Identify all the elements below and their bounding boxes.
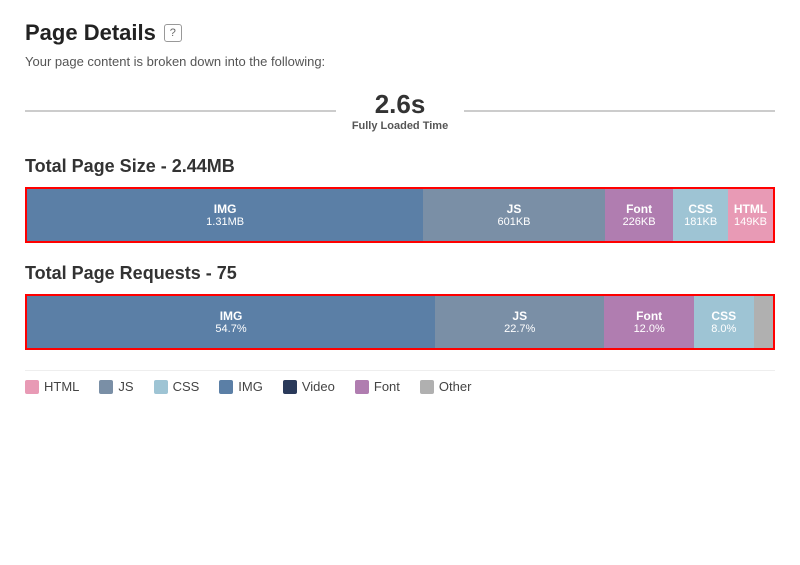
seg-label-0-3: CSS (688, 202, 713, 216)
bar-segment-1-1: JS22.7% (435, 296, 604, 348)
seg-value-1-0: 54.7% (215, 323, 246, 335)
legend-item-font: Font (355, 379, 400, 394)
legend-swatch-html (25, 380, 39, 394)
timeline-value: 2.6s (352, 89, 448, 120)
seg-value-1-1: 22.7% (504, 323, 535, 335)
legend-label-video: Video (302, 379, 335, 394)
legend: HTML JS CSS IMG Video Font Other (25, 370, 775, 394)
section-page-requests: Total Page Requests - 75IMG54.7%JS22.7%F… (25, 263, 775, 350)
seg-value-0-4: 149KB (734, 216, 767, 228)
legend-label-other: Other (439, 379, 472, 394)
seg-label-0-0: IMG (214, 202, 237, 216)
bar-segment-1-2: Font12.0% (604, 296, 694, 348)
bar-segment-0-4: HTML149KB (728, 189, 773, 241)
legend-item-html: HTML (25, 379, 79, 394)
legend-label-css: CSS (173, 379, 200, 394)
seg-label-0-2: Font (626, 202, 652, 216)
legend-swatch-font (355, 380, 369, 394)
bar-segment-0-3: CSS181KB (673, 189, 728, 241)
legend-swatch-css (154, 380, 168, 394)
legend-label-js: JS (118, 379, 133, 394)
sections-container: Total Page Size - 2.44MBIMG1.31MBJS601KB… (25, 156, 775, 350)
bar-container-1[interactable]: IMG54.7%JS22.7%Font12.0%CSS8.0% (25, 294, 775, 350)
seg-value-0-3: 181KB (684, 216, 717, 228)
seg-label-1-0: IMG (220, 309, 243, 323)
seg-label-1-1: JS (512, 309, 527, 323)
timeline-label: 2.6s Fully Loaded Time (336, 89, 464, 132)
seg-label-0-4: HTML (734, 202, 767, 216)
section-title-1: Total Page Requests - 75 (25, 263, 775, 284)
seg-label-0-1: JS (507, 202, 522, 216)
legend-item-video: Video (283, 379, 335, 394)
legend-item-other: Other (420, 379, 472, 394)
section-page-size: Total Page Size - 2.44MBIMG1.31MBJS601KB… (25, 156, 775, 243)
legend-swatch-other (420, 380, 434, 394)
timeline-description: Fully Loaded Time (352, 120, 448, 132)
bar-segment-1-4 (754, 296, 773, 348)
legend-item-img: IMG (219, 379, 263, 394)
subtitle: Your page content is broken down into th… (25, 54, 775, 69)
legend-swatch-js (99, 380, 113, 394)
legend-swatch-img (219, 380, 233, 394)
bar-container-0[interactable]: IMG1.31MBJS601KBFont226KBCSS181KBHTML149… (25, 187, 775, 243)
seg-label-1-2: Font (636, 309, 662, 323)
section-title-0: Total Page Size - 2.44MB (25, 156, 775, 177)
legend-label-img: IMG (238, 379, 263, 394)
bar-segment-0-2: Font226KB (605, 189, 674, 241)
seg-value-0-2: 226KB (623, 216, 656, 228)
seg-value-1-3: 8.0% (711, 323, 736, 335)
bar-segment-0-1: JS601KB (423, 189, 605, 241)
seg-value-0-1: 601KB (497, 216, 530, 228)
seg-label-1-3: CSS (711, 309, 736, 323)
page-title: Page Details (25, 20, 156, 46)
bar-segment-0-0: IMG1.31MB (27, 189, 423, 241)
bar-segment-1-0: IMG54.7% (27, 296, 435, 348)
legend-swatch-video (283, 380, 297, 394)
seg-value-1-2: 12.0% (634, 323, 665, 335)
bar-segment-1-3: CSS8.0% (694, 296, 754, 348)
legend-item-css: CSS (154, 379, 200, 394)
timeline-container: 2.6s Fully Loaded Time (25, 89, 775, 132)
page-title-row: Page Details ? (25, 20, 775, 46)
seg-value-0-0: 1.31MB (206, 216, 244, 228)
legend-label-font: Font (374, 379, 400, 394)
help-badge[interactable]: ? (164, 24, 182, 42)
legend-label-html: HTML (44, 379, 79, 394)
legend-item-js: JS (99, 379, 133, 394)
